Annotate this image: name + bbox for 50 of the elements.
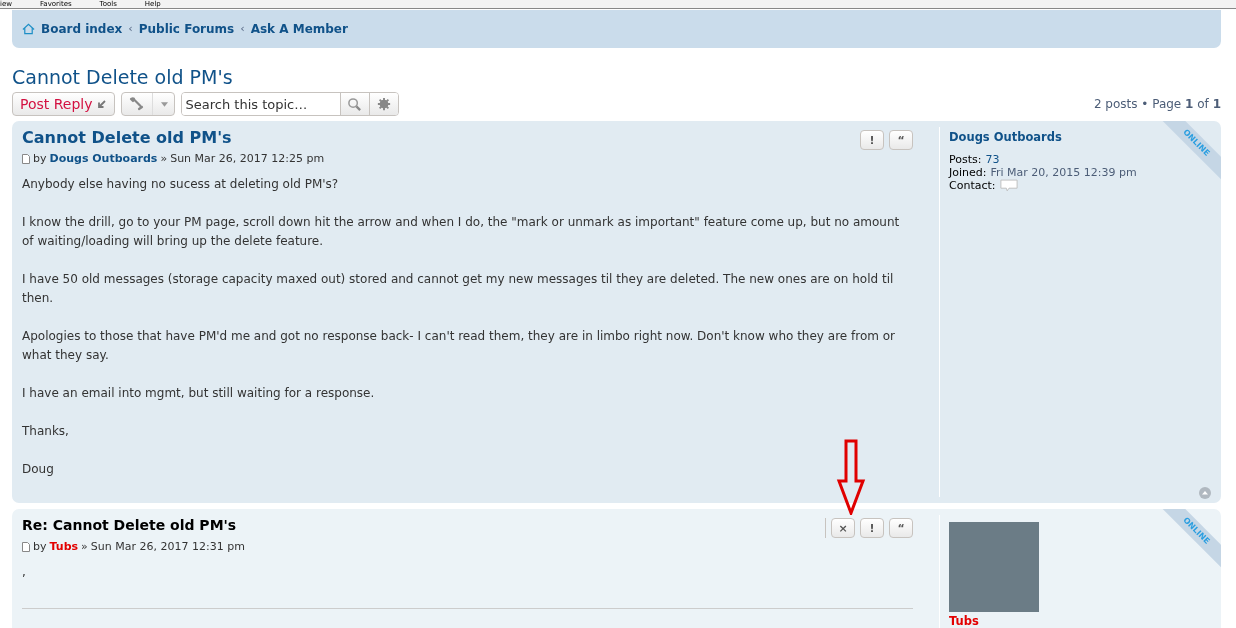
post-paragraph: I have an email into mgmt, but still waiting for a response. bbox=[22, 385, 376, 402]
author-link[interactable]: Dougs Outboards bbox=[49, 152, 158, 165]
by-text: by bbox=[33, 540, 47, 553]
profile-label: Posts: bbox=[949, 153, 982, 166]
post-paragraph: Thanks, bbox=[22, 423, 70, 440]
post-icon[interactable] bbox=[22, 541, 30, 552]
post-paragraph: , bbox=[22, 564, 27, 581]
breadcrumb-link[interactable]: Ask A Member bbox=[250, 21, 348, 36]
post-date: Sun Mar 26, 2017 12:25 pm bbox=[170, 152, 325, 165]
profile-name-link[interactable]: Tubs bbox=[949, 614, 979, 628]
post-action-button[interactable]: × bbox=[831, 518, 855, 538]
post-icon[interactable] bbox=[22, 153, 30, 164]
post-paragraph: I have 50 old messages (storage capacity maxed out) stored and cannot get my new messages til they are deleted. The new ones are on hold til then. bbox=[22, 271, 895, 307]
post-date: Sun Mar 26, 2017 12:31 pm bbox=[90, 540, 245, 553]
topic-title[interactable]: Cannot Delete old PM's bbox=[12, 66, 233, 88]
post-title[interactable]: Cannot Delete old PM's bbox=[22, 127, 232, 149]
pagination-text: 2 posts • Page 1 of 1 bbox=[1093, 97, 1221, 111]
profile-name-link[interactable]: Dougs Outboards bbox=[949, 130, 1062, 144]
post-title[interactable]: Re: Cannot Delete old PM's bbox=[22, 515, 237, 535]
profile-value: Fri Mar 20, 2015 12:39 pm bbox=[990, 166, 1137, 179]
separator-text: » bbox=[160, 152, 168, 165]
breadcrumb-link[interactable]: Public Forums bbox=[138, 21, 235, 36]
by-text: by bbox=[33, 152, 47, 165]
topic-tools-dropdown[interactable] bbox=[120, 92, 175, 116]
breadcrumb-link[interactable]: Board index bbox=[41, 21, 123, 36]
post-action-button[interactable]: ! bbox=[860, 130, 884, 150]
profile-label: Joined: bbox=[949, 166, 987, 179]
post-paragraph: Anybody else having no sucess at deleting old PM's? bbox=[22, 176, 340, 193]
profile-label: Contact: bbox=[949, 179, 996, 192]
post-paragraph: Apologies to those that have PM'd me and got no response back- I can't read them, they are in limbo right now. Don't know who they are from or what they say. bbox=[22, 328, 896, 364]
separator-text: » bbox=[81, 540, 88, 553]
search-field[interactable]: Search this topic… bbox=[180, 92, 399, 116]
breadcrumb-separator: ‹ bbox=[240, 22, 245, 35]
breadcrumb-separator: ‹ bbox=[128, 22, 133, 35]
post-action-button[interactable]: “ bbox=[889, 130, 913, 150]
arrow-icon bbox=[96, 99, 107, 109]
post-paragraph: I know the drill, go to your PM page, scroll down hit the arrow and when I do, the "mark or unmark as important" feature come up, but no amount of waiting/loading will bring up the delete feature. bbox=[22, 214, 901, 250]
post-action-button[interactable]: ! bbox=[860, 518, 884, 538]
settings-icon bbox=[376, 97, 391, 111]
profile-value[interactable]: 73 bbox=[985, 153, 1000, 166]
wrench-icon bbox=[127, 96, 144, 112]
back-to-top-icon[interactable] bbox=[1199, 487, 1211, 499]
post-action-button[interactable]: “ bbox=[889, 518, 913, 538]
post-paragraph: Doug bbox=[22, 461, 55, 478]
search-button[interactable] bbox=[339, 93, 369, 115]
author-link[interactable]: Tubs bbox=[49, 540, 79, 553]
post-reply-button[interactable]: Post Reply bbox=[12, 92, 115, 116]
search-icon bbox=[347, 96, 362, 112]
caret-icon bbox=[160, 101, 168, 107]
settings-button[interactable] bbox=[368, 93, 398, 115]
